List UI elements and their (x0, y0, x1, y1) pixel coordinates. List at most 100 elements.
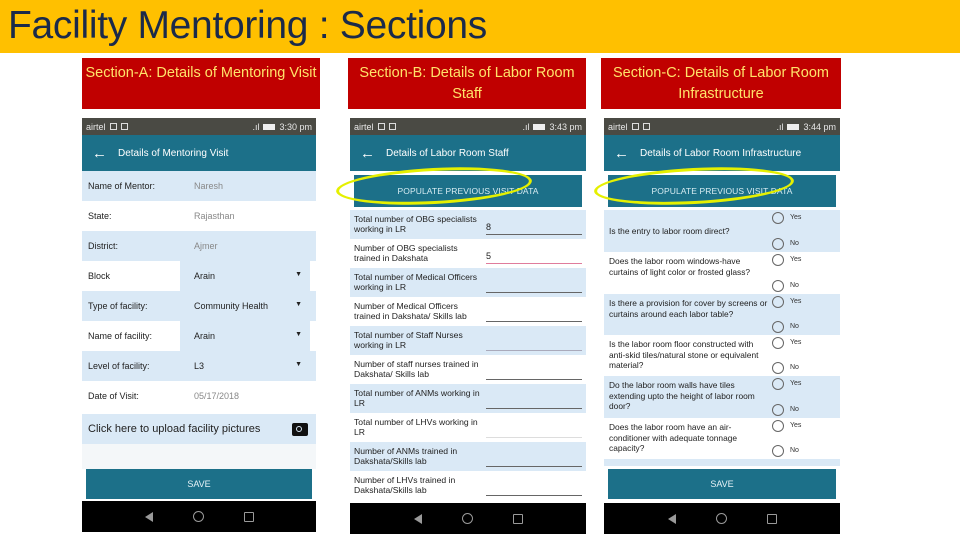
field-value[interactable]: Ajmer (194, 241, 316, 251)
radio-no[interactable]: No (772, 280, 840, 292)
field-row: Name of Mentor: Naresh (82, 171, 316, 201)
field-label: Name of Mentor: (88, 181, 156, 191)
facility-type-dropdown[interactable]: Community Health ▼ (194, 301, 316, 311)
app-bar: ← Details of Labor Room Infrastructure (604, 135, 840, 171)
question-row-partial (604, 459, 840, 466)
radio-yes[interactable]: Yes (772, 254, 840, 266)
dropdown-row-block: Block Arain ▼ (82, 261, 316, 291)
populate-previous-visit-button[interactable]: POPULATE PREVIOUS VISIT DATA (354, 175, 582, 207)
field-label: District: (88, 241, 118, 251)
field-label: Number of LHVs trained in Dakshata/Skill… (354, 475, 456, 495)
question-row: Is the entry to labor room direct? Yes N… (604, 210, 840, 252)
radio-yes[interactable]: Yes (772, 378, 840, 390)
battery-icon (787, 123, 800, 130)
radio-yes[interactable]: Yes (772, 420, 840, 432)
spacer (82, 444, 316, 469)
status-bar: airtel .ıl 3:43 pm (350, 118, 586, 135)
field-value[interactable]: Rajasthan (194, 211, 316, 221)
arrow-left-icon[interactable]: ← (614, 146, 629, 161)
staff-count-input[interactable] (482, 326, 582, 355)
field-label: Number of staff nurses trained in Daksha… (354, 359, 479, 379)
radio-no[interactable]: No (772, 404, 840, 416)
staff-count-input[interactable]: 8 (482, 210, 582, 239)
radio-button-icon (772, 280, 784, 292)
screen-title: Details of Mentoring Visit (118, 147, 229, 159)
nav-recent-apps-icon[interactable] (512, 513, 523, 524)
radio-yes[interactable]: Yes (772, 337, 840, 349)
field-label: State: (88, 211, 112, 221)
populate-previous-visit-button[interactable]: POPULATE PREVIOUS VISIT DATA (608, 175, 836, 207)
staff-count-input[interactable] (482, 442, 582, 471)
field-label: Level of facility: (88, 361, 150, 371)
staff-count-input[interactable] (482, 355, 582, 384)
carrier-label: airtel (608, 121, 628, 132)
staff-field-row: Total number of OBG specialists working … (350, 210, 586, 239)
radio-no[interactable]: No (772, 238, 840, 250)
arrow-left-icon[interactable]: ← (360, 146, 375, 161)
android-nav-bar (350, 503, 586, 534)
staff-count-input[interactable] (482, 268, 582, 297)
nav-back-icon[interactable] (667, 513, 676, 524)
date-of-visit-field[interactable]: 05/17/2018 (194, 391, 316, 401)
nav-recent-apps-icon[interactable] (766, 513, 777, 524)
dropdown-caret-icon: ▼ (295, 301, 302, 308)
field-label: Total number of Staff Nurses working in … (354, 330, 463, 350)
staff-count-input[interactable] (482, 297, 582, 326)
field-label: Name of facility: (88, 331, 153, 341)
staff-count-input[interactable] (482, 413, 582, 442)
dropdown-caret-icon: ▼ (295, 271, 302, 278)
block-dropdown[interactable]: Arain ▼ (194, 271, 316, 281)
nav-back-icon[interactable] (413, 513, 422, 524)
field-label: Block (88, 271, 111, 281)
staff-field-row: Number of staff nurses trained in Daksha… (350, 355, 586, 384)
question-text: Do the labor room walls have tiles exten… (609, 380, 755, 411)
notification-icon (377, 123, 385, 130)
radio-button-icon (772, 296, 784, 308)
android-nav-bar (82, 501, 316, 532)
notification-icon (388, 123, 396, 130)
nav-home-icon[interactable] (461, 513, 473, 524)
nav-home-icon[interactable] (715, 513, 727, 524)
radio-button-icon (772, 254, 784, 266)
slide-title-bar: Facility Mentoring : Sections (0, 0, 960, 53)
question-text: Is the labor room floor constructed with… (609, 339, 759, 370)
upload-pictures-button[interactable]: Click here to upload facility pictures (82, 414, 316, 444)
save-button[interactable]: SAVE (86, 469, 312, 499)
staff-count-input[interactable] (482, 384, 582, 413)
radio-no[interactable]: No (772, 321, 840, 333)
staff-count-input[interactable] (482, 471, 582, 500)
staff-count-input[interactable]: 5 (482, 239, 582, 268)
app-bar: ← Details of Labor Room Staff (350, 135, 586, 171)
section-a-label: Section-A: Details of Mentoring Visit (82, 58, 320, 109)
field-label: Number of ANMs trained in Dakshata/Skill… (354, 446, 458, 466)
dropdown-row-facility-level: Level of facility: L3 ▼ (82, 351, 316, 381)
nav-home-icon[interactable] (192, 511, 204, 522)
radio-yes[interactable]: Yes (772, 212, 840, 224)
arrow-left-icon[interactable]: ← (92, 146, 107, 161)
carrier-label: airtel (86, 121, 106, 132)
field-value[interactable]: Naresh (194, 181, 316, 191)
radio-button-icon (772, 362, 784, 374)
battery-icon (533, 123, 546, 130)
facility-level-dropdown[interactable]: L3 ▼ (194, 361, 316, 371)
section-c-label: Section-C: Details of Labor Room Infrast… (601, 58, 841, 109)
radio-yes[interactable]: Yes (772, 296, 840, 308)
status-time: 3:43 pm (549, 121, 582, 132)
screen-title: Details of Labor Room Staff (386, 147, 509, 159)
nav-recent-apps-icon[interactable] (243, 511, 254, 522)
slide-title: Facility Mentoring : Sections (8, 4, 487, 47)
notification-icon (642, 123, 650, 130)
facility-name-dropdown[interactable]: Arain ▼ (194, 331, 316, 341)
nav-back-icon[interactable] (144, 511, 153, 522)
field-label: Total number of ANMs working in LR (354, 388, 480, 408)
radio-no[interactable]: No (772, 445, 840, 457)
phone-screen-section-b: airtel .ıl 3:43 pm ← Details of Labor Roo… (350, 118, 586, 534)
staff-field-row: Number of Medical Officers trained in Da… (350, 297, 586, 326)
question-text: Does the labor room windows-have curtain… (609, 256, 751, 277)
radio-no[interactable]: No (772, 362, 840, 374)
staff-field-row: Number of ANMs trained in Dakshata/Skill… (350, 442, 586, 471)
staff-field-row: Total number of Staff Nurses working in … (350, 326, 586, 355)
upload-label: Click here to upload facility pictures (88, 423, 261, 435)
save-button[interactable]: SAVE (608, 469, 836, 499)
camera-icon[interactable] (292, 422, 308, 436)
